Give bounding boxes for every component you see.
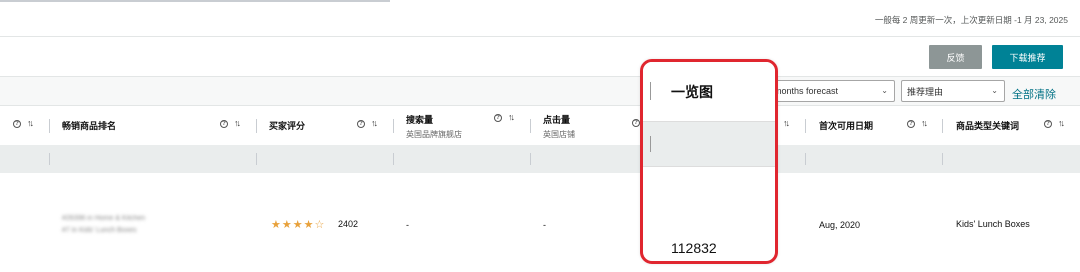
table-header	[0, 107, 1080, 145]
clicks-value: -	[543, 220, 546, 230]
highlighted-overview-column: 一览图 112832	[640, 59, 778, 264]
rating-count: 2402	[338, 219, 359, 229]
column-divider	[530, 153, 531, 165]
reason-select-value: 推荐理由	[907, 86, 944, 97]
help-icon[interactable]: ?	[907, 120, 915, 128]
column-header-first-available: 首次可用日期	[819, 121, 874, 131]
download-recommendations-button[interactable]: 下载推荐	[992, 45, 1063, 69]
sort-icon[interactable]: ↑↓	[371, 118, 378, 128]
sort-icon[interactable]: ↑↓	[783, 118, 790, 128]
sort-icon[interactable]: ↑↓	[27, 118, 34, 128]
column-divider	[393, 153, 394, 165]
column-divider	[942, 153, 943, 165]
sort-icon[interactable]: ↑↓	[921, 118, 928, 128]
overview-title: 一览图	[671, 84, 713, 100]
feedback-button[interactable]: 反馈	[929, 45, 982, 69]
column-divider	[805, 153, 806, 165]
forecast-select[interactable]: months forecast ⌄	[768, 80, 895, 102]
help-icon[interactable]: ?	[632, 119, 640, 127]
clear-all-link[interactable]: 全部清除	[1012, 86, 1056, 102]
column-divider	[805, 119, 806, 133]
top-divider	[0, 0, 390, 2]
forecast-select-value: months forecast	[774, 86, 839, 96]
update-note: 一般每 2 周更新一次，上次更新日期 -1 月 23, 2025	[874, 15, 1068, 25]
column-divider	[530, 119, 531, 133]
chevron-down-icon: ⌄	[881, 86, 888, 95]
bsr-rank-text: #26396 in Home & Kitchen #7 in Kids' Lun…	[62, 215, 146, 234]
column-header-clicks: 点击量 英国店铺	[543, 115, 575, 139]
section-divider	[0, 36, 1080, 37]
help-icon[interactable]: ?	[13, 120, 21, 128]
column-header-rating: 买家评分	[269, 121, 306, 131]
recommendation-reason-select[interactable]: 推荐理由 ⌄	[901, 80, 1005, 102]
column-divider	[49, 153, 50, 165]
overview-value: 112832	[671, 240, 717, 256]
help-icon[interactable]: ?	[357, 120, 365, 128]
column-divider	[49, 119, 50, 133]
overview-filter-cell	[643, 122, 775, 167]
help-icon[interactable]: ?	[1044, 120, 1052, 128]
column-divider	[650, 82, 651, 100]
sort-icon[interactable]: ↑↓	[508, 112, 515, 122]
sort-icon[interactable]: ↑↓	[234, 118, 241, 128]
column-divider	[942, 119, 943, 133]
help-icon[interactable]: ?	[220, 120, 228, 128]
search-volume-value: -	[406, 220, 409, 230]
column-divider	[256, 153, 257, 165]
column-divider	[393, 119, 394, 133]
column-header-product-type-keyword: 商品类型关键词	[956, 121, 1020, 131]
star-rating: ★★★★☆	[271, 219, 326, 231]
column-header-search-volume: 搜索量 英国品牌旗舰店	[406, 115, 462, 139]
filter-input-row	[0, 145, 1080, 173]
sort-icon[interactable]: ↑↓	[1058, 118, 1065, 128]
overview-header: 一览图	[643, 62, 775, 122]
column-divider	[650, 136, 651, 152]
chevron-down-icon: ⌄	[991, 86, 998, 95]
table-row	[0, 173, 1080, 272]
product-type-keyword: Kids' Lunch Boxes	[956, 219, 1030, 229]
help-icon[interactable]: ?	[494, 114, 502, 122]
column-header-bsr: 畅销商品排名	[62, 121, 117, 131]
first-available-date: Aug, 2020	[819, 220, 861, 230]
column-divider	[256, 119, 257, 133]
